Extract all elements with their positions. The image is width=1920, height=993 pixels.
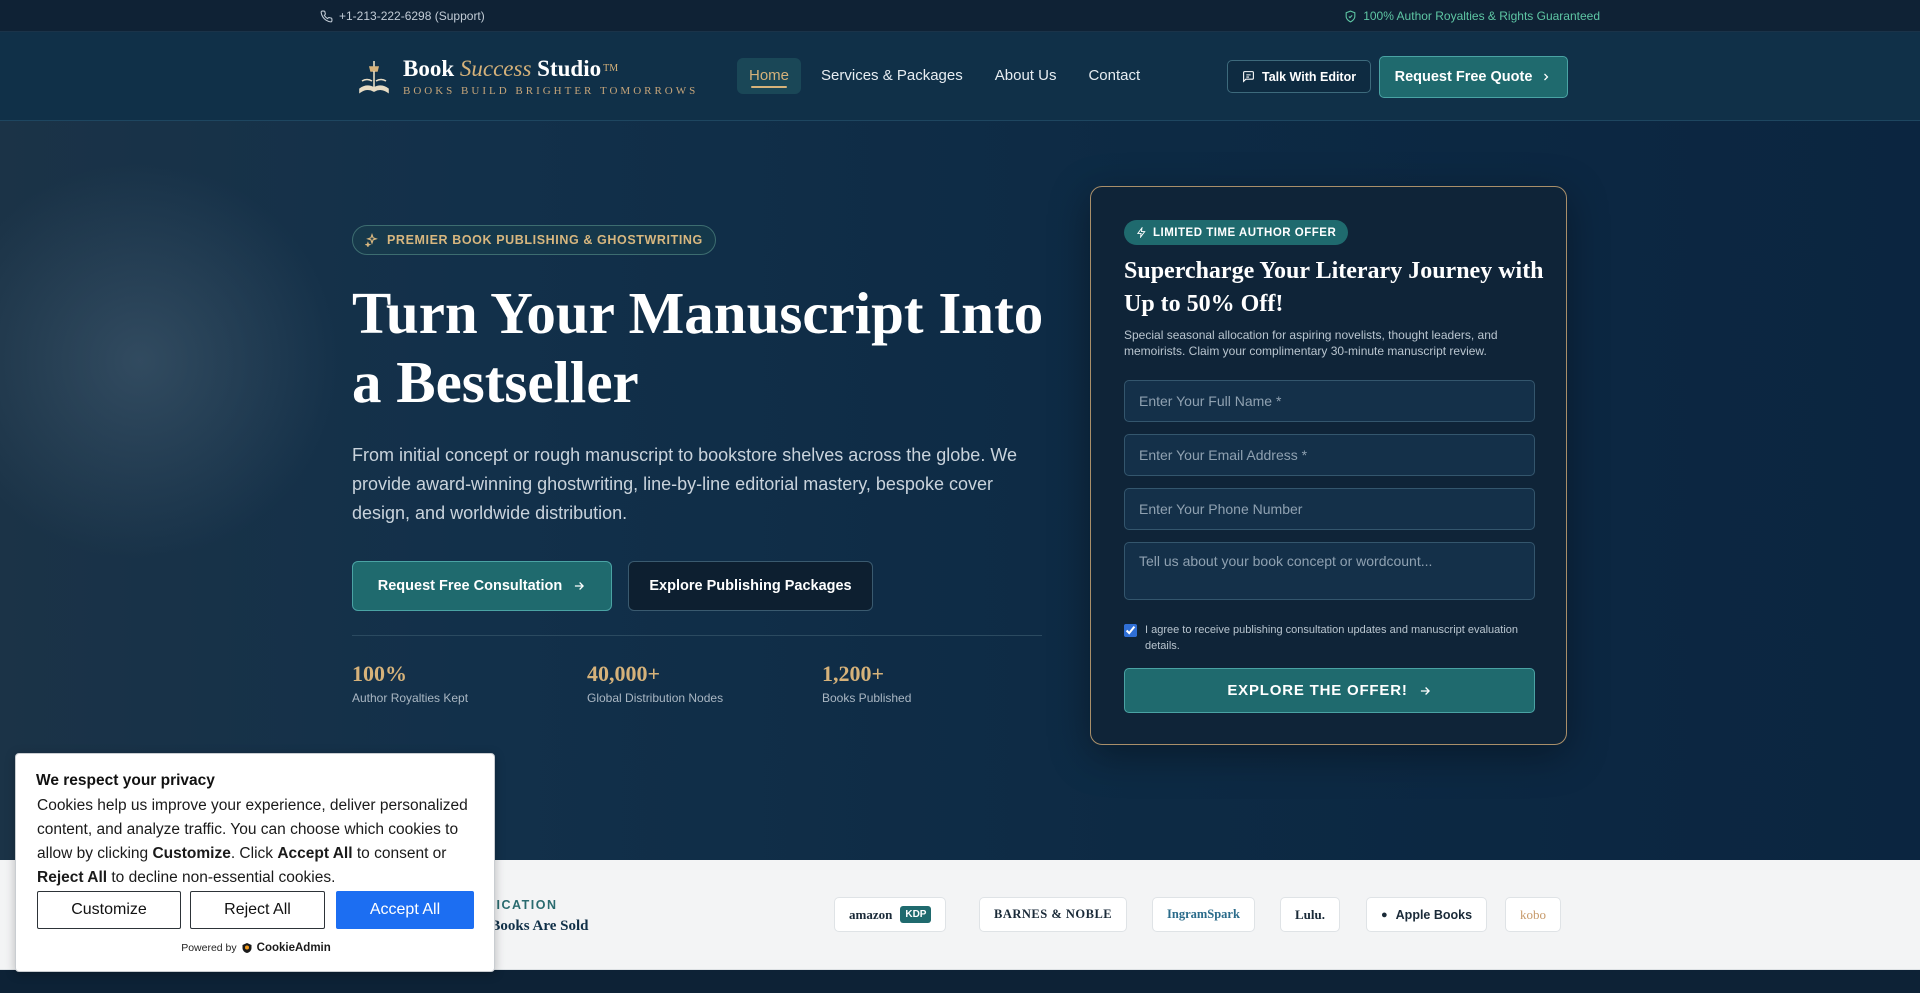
brand-word-success: Success — [459, 56, 532, 81]
consent-text: I agree to receive publishing consultati… — [1145, 624, 1519, 652]
hero-subtitle: From initial concept or rough manuscript… — [352, 445, 1017, 523]
brand-logo[interactable]: Book Success Studio TM BOOKS BUILD BRIGHT… — [357, 56, 698, 97]
hero-badge: PREMIER BOOK PUBLISHING & GHOSTWRITING — [352, 225, 716, 255]
email-input[interactable] — [1124, 434, 1535, 476]
support-phone[interactable]: +1-213-222-6298 (Support) — [320, 9, 485, 23]
talk-with-editor-label: Talk With Editor — [1262, 69, 1357, 84]
cookie-reject-all-button[interactable]: Reject All — [190, 891, 325, 929]
cookie-customize-button[interactable]: Customize — [37, 891, 181, 929]
syndication-kicker: DICATION — [486, 898, 558, 912]
request-free-quote-label: Request Free Quote — [1394, 69, 1533, 85]
request-free-consultation-label: Request Free Consultation — [377, 578, 563, 594]
retailer-apple-books-name: Apple Books — [1395, 907, 1473, 922]
offer-description: Special seasonal allocation for aspiring… — [1124, 328, 1498, 358]
nav-about-us[interactable]: About Us — [983, 58, 1069, 94]
explore-offer-label: EXPLORE THE OFFER! — [1227, 682, 1408, 699]
nav-home[interactable]: Home — [737, 58, 802, 94]
offer-badge-text: LIMITED TIME AUTHOR OFFER — [1153, 226, 1337, 239]
explore-offer-button[interactable]: EXPLORE THE OFFER! — [1124, 668, 1535, 713]
cookie-text-bold: Customize — [152, 845, 231, 862]
talk-with-editor-button[interactable]: Talk With Editor — [1227, 60, 1372, 93]
cookie-text-part: . Click — [230, 845, 278, 862]
hero-section: PREMIER BOOK PUBLISHING & GHOSTWRITING T… — [0, 121, 1920, 860]
cookie-text: Cookies help us improve your experience,… — [37, 794, 482, 890]
cookie-text-part: to decline non-essential cookies. — [107, 869, 336, 886]
stat-value: 40,000+ — [587, 661, 661, 686]
syndication-heading: e Books Are Sold — [480, 918, 589, 934]
retailer-lulu: Lulu. — [1280, 897, 1340, 932]
cookie-text-bold: Accept All — [277, 845, 353, 862]
hero-divider — [352, 635, 1042, 636]
consent-row[interactable]: I agree to receive publishing consultati… — [1124, 622, 1534, 654]
brand-text: Book Success Studio TM BOOKS BUILD BRIGHT… — [403, 56, 698, 97]
request-free-consultation-button[interactable]: Request Free Consultation — [352, 561, 612, 611]
consent-checkbox[interactable] — [1124, 624, 1137, 637]
stat-books-published: 1,200+ Books Published — [822, 661, 911, 705]
brand-name: Book Success Studio TM — [403, 56, 698, 82]
trademark-mark: TM — [603, 63, 619, 74]
cookie-accept-all-button[interactable]: Accept All — [336, 891, 474, 929]
phone-input[interactable] — [1124, 488, 1535, 530]
brand-word-book: Book — [403, 56, 455, 81]
stat-label: Author Royalties Kept — [352, 691, 469, 705]
main-nav: Home Services & Packages About Us Contac… — [737, 58, 1152, 94]
retailer-ingramspark: IngramSpark — [1152, 897, 1255, 932]
retailer-barnes-noble: BARNES & NOBLE — [979, 897, 1128, 932]
lightning-icon — [1136, 227, 1146, 238]
explore-publishing-packages-label: Explore Publishing Packages — [649, 578, 852, 594]
hero-title: Turn Your Manuscript Into a Bestseller — [352, 280, 1044, 415]
sparkle-icon — [365, 233, 378, 247]
arrow-right-icon — [1420, 686, 1430, 695]
phone-icon — [320, 10, 333, 22]
retailer-amazon-name: amazon — [849, 906, 893, 922]
support-phone-text: +1-213-222-6298 (Support) — [339, 9, 485, 23]
offer-title: Supercharge Your Literary Journey with U… — [1124, 258, 1544, 317]
site-header: Book Success Studio TM BOOKS BUILD BRIGHT… — [0, 32, 1920, 121]
stat-value: 1,200+ — [822, 661, 885, 686]
retailer-amazon-kdp: amazon KDP — [834, 897, 947, 932]
explore-publishing-packages-button[interactable]: Explore Publishing Packages — [628, 561, 873, 611]
retailer-apple-books: ● Apple Books — [1366, 897, 1488, 932]
kdp-badge: KDP — [900, 906, 932, 923]
full-name-input[interactable] — [1124, 380, 1535, 422]
nav-contact[interactable]: Contact — [1076, 58, 1152, 94]
cookie-powered-by: Powered by CookieAdmin — [16, 942, 496, 954]
stat-label: Global Distribution Nodes — [587, 691, 724, 705]
cookieadmin-brand[interactable]: CookieAdmin — [257, 942, 331, 954]
offer-badge: LIMITED TIME AUTHOR OFFER — [1124, 220, 1349, 245]
cookie-text-bold: Reject All — [37, 869, 108, 886]
retailer-barnes-noble-name: BARNES & NOBLE — [994, 907, 1113, 921]
stat-distribution: 40,000+ Global Distribution Nodes — [587, 661, 723, 705]
cookieadmin-logo-icon — [242, 943, 252, 953]
retailer-kobo: kobo — [1505, 897, 1561, 932]
stat-value: 100% — [352, 661, 407, 686]
royalty-guarantee-text: 100% Author Royalties & Rights Guarantee… — [1363, 9, 1600, 23]
stat-royalties: 100% Author Royalties Kept — [352, 661, 468, 705]
top-bar: +1-213-222-6298 (Support) 100% Author Ro… — [0, 0, 1920, 32]
apple-icon: ● — [1381, 908, 1388, 921]
brand-word-studio: Studio — [537, 56, 602, 81]
brand-tagline: BOOKS BUILD BRIGHTER TOMORROWS — [403, 85, 699, 97]
retailer-kobo-name: kobo — [1520, 906, 1546, 922]
retailer-ingramspark-name: IngramSpark — [1167, 907, 1240, 921]
cookie-text-part: to consent or — [352, 845, 447, 862]
chat-icon — [1243, 71, 1254, 83]
request-free-quote-button[interactable]: Request Free Quote — [1379, 56, 1568, 98]
book-concept-textarea[interactable] — [1124, 542, 1535, 600]
arrow-right-icon — [575, 582, 585, 590]
hero-badge-text: PREMIER BOOK PUBLISHING & GHOSTWRITING — [387, 233, 703, 247]
nav-services-packages[interactable]: Services & Packages — [809, 58, 975, 94]
shield-check-icon — [1345, 10, 1356, 23]
royalty-guarantee: 100% Author Royalties & Rights Guarantee… — [1344, 9, 1600, 23]
cookie-title: We respect your privacy — [36, 772, 215, 789]
cookie-consent-banner: We respect your privacy Cookies help us … — [15, 753, 495, 972]
chevron-right-icon — [1544, 73, 1549, 81]
stat-label: Books Published — [822, 691, 912, 705]
retailer-lulu-name: Lulu. — [1295, 906, 1325, 922]
book-lamp-logo-icon — [359, 61, 389, 94]
powered-by-label: Powered by — [181, 942, 237, 954]
hero-background-glow — [0, 161, 340, 561]
offer-card: LIMITED TIME AUTHOR OFFER Supercharge Yo… — [1090, 186, 1567, 745]
